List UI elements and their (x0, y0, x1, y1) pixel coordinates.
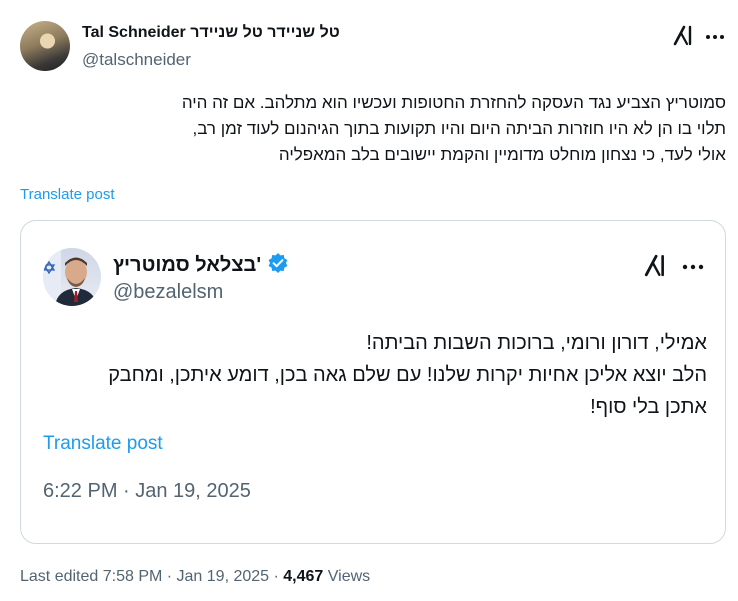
quoted-post-text: אמילי, דורון ורומי, ברוכות השבות הביתה! … (41, 327, 707, 423)
post-meta: Last edited 7:58 PM · Jan 19, 2025 · 4,4… (20, 568, 370, 586)
quoted-text-line: אמילי, דורון ורומי, ברוכות השבות הביתה! (366, 332, 707, 354)
quoted-post-card[interactable]: בצלאל סמוטריץ' @bezalelsm אמילי, דורון ו… (20, 220, 726, 544)
quoted-translate-post-link[interactable]: Translate post (43, 433, 163, 455)
views-count: 4,467 (283, 568, 324, 585)
post-text-line: תלוי בו הן לא היו חוזרות הביתה היום והיו… (192, 119, 726, 138)
quoted-author-header: בצלאל סמוטריץ' (113, 252, 289, 279)
quoted-author-handle[interactable]: @bezalelsm (113, 281, 223, 304)
quoted-post-timestamp[interactable]: 6:22 PM · Jan 19, 2025 (43, 480, 251, 503)
author-avatar[interactable] (20, 21, 70, 71)
verified-badge-icon (267, 252, 289, 279)
grok-icon[interactable] (672, 24, 694, 46)
more-icon[interactable] (704, 29, 726, 39)
quoted-text-line: הלב יוצא אליכן אחיות יקרות שלנו! עם שלם … (108, 364, 707, 386)
quoted-author-name[interactable]: בצלאל סמוטריץ' (113, 254, 261, 277)
translate-post-link[interactable]: Translate post (20, 186, 115, 203)
post-text: סמוטריץ הצביע נגד העסקה להחזרת החטופות ו… (20, 90, 726, 168)
quoted-text-line: אתכן בלי סוף! (590, 396, 707, 418)
quoted-author-avatar[interactable] (43, 248, 101, 306)
more-icon[interactable] (681, 259, 705, 270)
author-name[interactable]: Tal Schneider טל שניידר טל שנײדר (82, 24, 340, 42)
grok-icon[interactable] (643, 253, 667, 277)
post-text-line: אולי לעד, כי נצחון מוחלט מדומיין והקמת י… (278, 145, 726, 164)
author-handle[interactable]: @talschneider (82, 50, 191, 70)
views-label: Views (327, 568, 371, 585)
last-edited-label[interactable]: Last edited 7:58 PM · Jan 19, 2025 · (20, 568, 279, 585)
post-text-line: סמוטריץ הצביע נגד העסקה להחזרת החטופות ו… (181, 93, 726, 112)
